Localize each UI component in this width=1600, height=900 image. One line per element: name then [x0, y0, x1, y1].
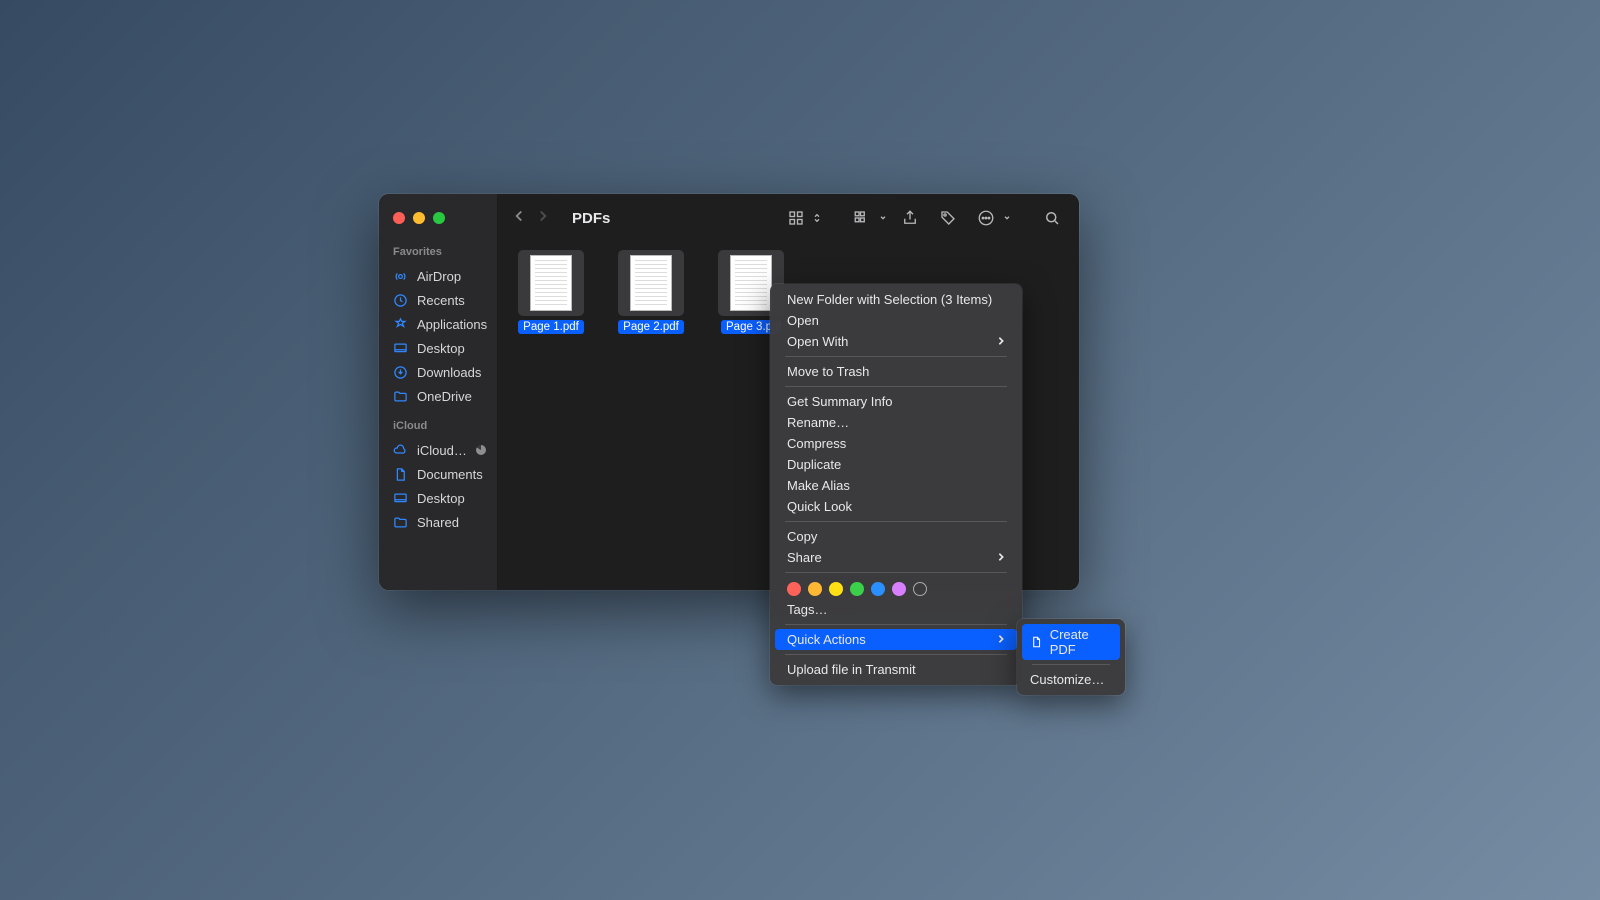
- back-button[interactable]: [510, 207, 528, 230]
- menu-separator: [785, 356, 1007, 357]
- tag-color-purple[interactable]: [892, 582, 906, 596]
- sidebar: Favorites AirDrop Recents Applications D…: [379, 194, 498, 590]
- updown-icon: [813, 209, 821, 227]
- submenu-item-customize[interactable]: Customize…: [1022, 669, 1120, 690]
- sidebar-item-airdrop[interactable]: AirDrop: [379, 264, 497, 288]
- menu-separator: [1032, 664, 1110, 665]
- menu-item-open-with[interactable]: Open With: [775, 331, 1017, 352]
- chevron-right-icon: [997, 632, 1005, 647]
- minimize-window-button[interactable]: [413, 212, 425, 224]
- menu-item-get-info[interactable]: Get Summary Info: [775, 391, 1017, 412]
- tag-color-row: [775, 577, 1017, 599]
- cloud-icon: [393, 443, 408, 458]
- share-button[interactable]: [895, 209, 925, 227]
- window-title: PDFs: [572, 210, 610, 227]
- close-window-button[interactable]: [393, 212, 405, 224]
- desktop-icon: [393, 491, 408, 506]
- menu-item-open[interactable]: Open: [775, 310, 1017, 331]
- file-thumbnail: [618, 250, 684, 316]
- sidebar-item-onedrive[interactable]: OneDrive: [379, 384, 497, 408]
- sidebar-item-label: Applications: [417, 317, 487, 332]
- sidebar-item-applications[interactable]: Applications: [379, 312, 497, 336]
- menu-item-compress[interactable]: Compress: [775, 433, 1017, 454]
- search-button[interactable]: [1037, 209, 1067, 227]
- menu-separator: [785, 572, 1007, 573]
- document-icon: [393, 467, 408, 482]
- menu-item-duplicate[interactable]: Duplicate: [775, 454, 1017, 475]
- menu-item-upload-transmit[interactable]: Upload file in Transmit: [775, 659, 1017, 680]
- icloud-storage-indicator-icon: [476, 445, 486, 455]
- context-menu: New Folder with Selection (3 Items) Open…: [770, 284, 1022, 685]
- menu-item-tags[interactable]: Tags…: [775, 599, 1017, 620]
- shared-folder-icon: [393, 515, 408, 530]
- document-icon: [1030, 635, 1043, 649]
- toolbar: PDFs: [498, 194, 1079, 242]
- menu-item-quick-actions[interactable]: Quick Actions: [775, 629, 1017, 650]
- view-mode-button[interactable]: [781, 209, 811, 227]
- tag-color-red[interactable]: [787, 582, 801, 596]
- sidebar-item-label: AirDrop: [417, 269, 461, 284]
- quick-actions-submenu: Create PDF Customize…: [1017, 619, 1125, 695]
- sidebar-item-label: Desktop: [417, 341, 465, 356]
- desktop-icon: [393, 341, 408, 356]
- menu-item-move-to-trash[interactable]: Move to Trash: [775, 361, 1017, 382]
- clock-icon: [393, 293, 408, 308]
- sidebar-item-desktop[interactable]: Desktop: [379, 336, 497, 360]
- window-controls: [379, 206, 497, 242]
- chevron-right-icon: [997, 334, 1005, 349]
- folder-icon: [393, 389, 408, 404]
- menu-item-copy[interactable]: Copy: [775, 526, 1017, 547]
- menu-separator: [785, 654, 1007, 655]
- menu-item-new-folder[interactable]: New Folder with Selection (3 Items): [775, 289, 1017, 310]
- airdrop-icon: [393, 269, 408, 284]
- chevron-right-icon: [997, 550, 1005, 565]
- sidebar-item-label: Desktop: [417, 491, 465, 506]
- tag-color-yellow[interactable]: [829, 582, 843, 596]
- tag-color-none[interactable]: [913, 582, 927, 596]
- sidebar-header-favorites: Favorites: [379, 242, 497, 264]
- sidebar-item-icloud-drive[interactable]: iCloud…: [379, 438, 497, 462]
- file-item[interactable]: Page 1.pdf: [518, 250, 584, 334]
- more-actions-button[interactable]: [971, 209, 1001, 227]
- file-name: Page 2.pdf: [618, 320, 684, 334]
- tags-button[interactable]: [933, 209, 963, 227]
- chevron-down-icon: [879, 209, 887, 227]
- sidebar-item-recents[interactable]: Recents: [379, 288, 497, 312]
- menu-item-share[interactable]: Share: [775, 547, 1017, 568]
- downloads-icon: [393, 365, 408, 380]
- chevron-down-icon: [1003, 209, 1011, 227]
- menu-separator: [785, 386, 1007, 387]
- sidebar-item-documents[interactable]: Documents: [379, 462, 497, 486]
- file-name: Page 1.pdf: [518, 320, 584, 334]
- menu-separator: [785, 521, 1007, 522]
- menu-item-make-alias[interactable]: Make Alias: [775, 475, 1017, 496]
- forward-button[interactable]: [534, 207, 552, 230]
- fullscreen-window-button[interactable]: [433, 212, 445, 224]
- sidebar-header-icloud: iCloud: [379, 416, 497, 438]
- sidebar-item-label: OneDrive: [417, 389, 472, 404]
- sidebar-item-desktop-icloud[interactable]: Desktop: [379, 486, 497, 510]
- submenu-item-create-pdf[interactable]: Create PDF: [1022, 624, 1120, 660]
- tag-color-blue[interactable]: [871, 582, 885, 596]
- applications-icon: [393, 317, 408, 332]
- tag-color-orange[interactable]: [808, 582, 822, 596]
- sidebar-item-label: Downloads: [417, 365, 481, 380]
- menu-item-rename[interactable]: Rename…: [775, 412, 1017, 433]
- sidebar-item-shared[interactable]: Shared: [379, 510, 497, 534]
- menu-item-quick-look[interactable]: Quick Look: [775, 496, 1017, 517]
- sidebar-item-label: Documents: [417, 467, 483, 482]
- sidebar-item-label: Recents: [417, 293, 465, 308]
- file-thumbnail: [518, 250, 584, 316]
- tag-color-green[interactable]: [850, 582, 864, 596]
- menu-separator: [785, 624, 1007, 625]
- sidebar-item-label: iCloud…: [417, 443, 467, 458]
- file-item[interactable]: Page 2.pdf: [618, 250, 684, 334]
- sidebar-item-label: Shared: [417, 515, 459, 530]
- sidebar-item-downloads[interactable]: Downloads: [379, 360, 497, 384]
- group-by-button[interactable]: [847, 209, 877, 227]
